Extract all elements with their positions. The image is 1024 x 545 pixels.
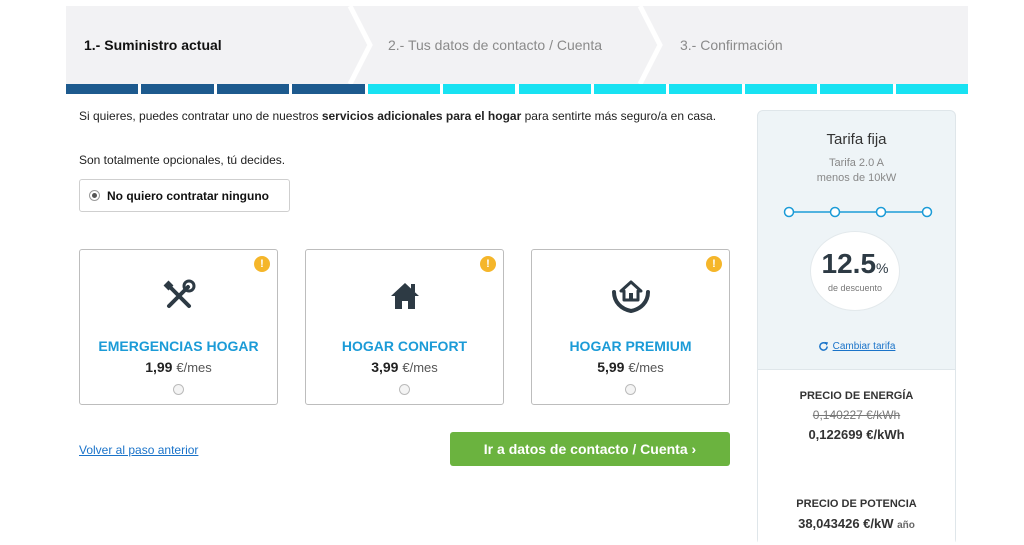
progress-segment (895, 84, 968, 94)
step-label: 3.- Confirmación (680, 37, 783, 53)
info-icon[interactable]: ! (254, 256, 270, 272)
house-icon (306, 278, 503, 314)
progress-segment (367, 84, 441, 94)
progress-segment (593, 84, 667, 94)
change-tariff-link[interactable]: Cambiar tarifa (758, 341, 955, 352)
info-icon[interactable]: ! (480, 256, 496, 272)
progress-bar (66, 84, 968, 94)
progress-segment (66, 84, 139, 94)
no-service-radio[interactable] (89, 190, 100, 201)
energy-price-title: PRECIO DE ENERGÍA (799, 390, 914, 402)
service-radio[interactable] (173, 384, 184, 395)
tariff-subtitle: Tarifa 2.0 A (828, 157, 885, 169)
optional-note: Son totalmente opcionales, tú decides. (79, 153, 286, 167)
tools-icon (80, 278, 277, 314)
tariff-title: Tarifa fija (826, 131, 887, 148)
no-service-label: No quiero contratar ninguno (107, 188, 269, 203)
tariff-slider[interactable] (783, 205, 933, 218)
progress-segment (141, 84, 214, 94)
power-price: 38,043426 €/kW año (798, 516, 915, 531)
chevron-right-icon: › (691, 441, 697, 457)
step-confirmation[interactable]: 3.- Confirmación (646, 6, 968, 84)
service-name: HOGAR CONFORT (341, 338, 468, 354)
progress-segment (744, 84, 818, 94)
step-current-supply[interactable]: 1.- Suministro actual (66, 6, 356, 84)
tariff-power-range: menos de 10kW (816, 172, 897, 184)
tariff-summary-panel: Tarifa fija Tarifa 2.0 A menos de 10kW 1… (757, 110, 956, 545)
progress-segment (216, 84, 290, 94)
discount-badge: 12.5% de descuento (810, 231, 900, 311)
energy-new-price: 0,122699 €/kWh (808, 427, 905, 442)
progress-segment (443, 84, 516, 94)
service-price: 3,99 €/mes (371, 359, 438, 375)
step-label: 1.- Suministro actual (84, 37, 222, 53)
back-link[interactable]: Volver al paso anterior (79, 443, 198, 457)
house-hands-icon (532, 278, 729, 314)
checkout-stepper: 1.- Suministro actual 2.- Tus datos de c… (66, 6, 968, 84)
service-card-premium[interactable]: ! HOGAR PREMIUM 5,99 €/mes (531, 249, 730, 405)
no-service-option[interactable]: No quiero contratar ninguno (79, 179, 290, 212)
step-contact-account[interactable]: 2.- Tus datos de contacto / Cuenta (356, 6, 646, 84)
service-name: HOGAR PREMIUM (569, 338, 692, 354)
progress-segment (669, 84, 742, 94)
service-price: 5,99 €/mes (597, 359, 664, 375)
service-radio[interactable] (625, 384, 636, 395)
intro-text: Si quieres, puedes contratar uno de nues… (79, 109, 717, 123)
service-card-confort[interactable]: ! HOGAR CONFORT 3,99 €/mes (305, 249, 504, 405)
service-name: EMERGENCIAS HOGAR (98, 338, 259, 354)
power-price-title: PRECIO DE POTENCIA (796, 498, 917, 510)
service-card-emergencias[interactable]: ! EMERGENCIAS HOGAR 1,99 €/mes (79, 249, 278, 405)
service-radio[interactable] (399, 384, 410, 395)
progress-segment (820, 84, 893, 94)
progress-segment (518, 84, 591, 94)
service-price: 1,99 €/mes (145, 359, 212, 375)
continue-button[interactable]: Ir a datos de contacto / Cuenta › (450, 432, 730, 466)
step-label: 2.- Tus datos de contacto / Cuenta (388, 37, 603, 53)
info-icon[interactable]: ! (706, 256, 722, 272)
refresh-icon (818, 341, 828, 351)
energy-old-price: 0,140227 €/kWh (812, 408, 901, 422)
progress-segment (292, 84, 365, 94)
